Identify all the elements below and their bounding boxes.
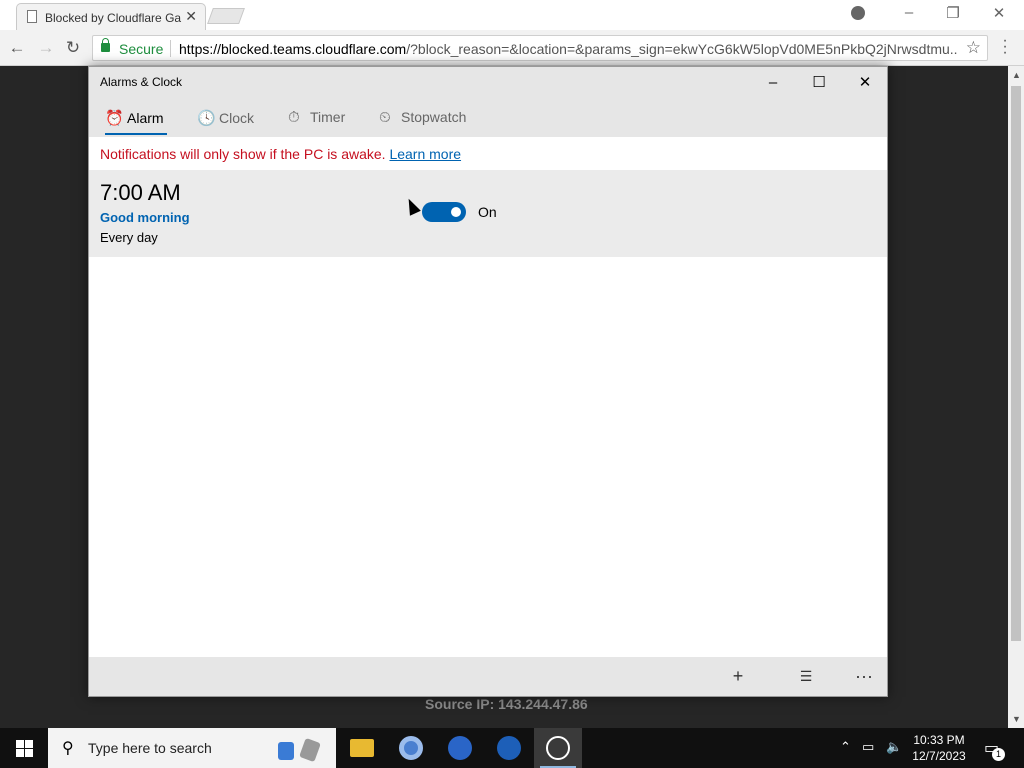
volume-muted-icon[interactable]: 🔈	[886, 739, 902, 755]
alarm-time: 7:00 AM	[100, 180, 181, 205]
tab-alarm[interactable]: ⏰ Alarm	[105, 109, 167, 135]
alarm-icon: ⏰	[105, 110, 124, 127]
tab-title: Blocked by Cloudflare Ga	[45, 11, 182, 25]
file-explorer-app[interactable]	[338, 728, 386, 768]
browser-app[interactable]	[485, 728, 533, 768]
scroll-down-icon[interactable]: ▼	[1012, 714, 1021, 724]
forward-icon[interactable]: →	[35, 37, 57, 59]
browser-toolbar: ← → ↻ Secure https://blocked.teams.cloud…	[0, 30, 1024, 66]
url-text[interactable]: https://blocked.teams.cloudflare.com/?bl…	[179, 41, 957, 57]
globe-icon	[497, 736, 521, 760]
windows-logo-icon	[25, 749, 33, 757]
taskbar-clock[interactable]: 10:33 PM 12/7/2023	[906, 732, 972, 764]
alarm-repeat: Every day	[100, 230, 158, 245]
firefox-app[interactable]	[436, 728, 484, 768]
scroll-up-icon[interactable]: ▲	[1012, 70, 1021, 80]
app-command-bar: + ☰ ···	[89, 657, 887, 696]
tab-label: Clock	[219, 110, 255, 126]
tab-label: Alarm	[127, 110, 164, 126]
clock-time: 10:33 PM	[913, 733, 965, 747]
firefox-icon	[448, 736, 472, 760]
minimize-icon[interactable]: –	[894, 4, 924, 21]
profile-icon[interactable]	[851, 6, 865, 20]
tab-stopwatch[interactable]: ⏲ Stopwatch	[379, 109, 466, 126]
address-bar[interactable]: Secure https://blocked.teams.cloudflare.…	[92, 35, 988, 61]
tab-clock[interactable]: 🕓 Clock	[197, 109, 254, 127]
alarm-item[interactable]: 7:00 AM Good morning Every day On	[89, 170, 887, 257]
app-titlebar[interactable]: Alarms & Clock – ☐ ✕	[89, 67, 887, 99]
show-hidden-icons[interactable]: ⌃	[840, 739, 851, 755]
learn-more-link[interactable]: Learn more	[389, 146, 461, 162]
secure-label: Secure	[119, 41, 164, 57]
notification-badge: 1	[992, 748, 1005, 761]
tab-label: Timer	[310, 109, 346, 125]
chrome-icon	[399, 736, 423, 760]
alarms-clock-app[interactable]	[534, 728, 582, 768]
select-alarms-button[interactable]: ☰	[791, 664, 821, 688]
lock-icon	[101, 38, 110, 52]
close-window-icon[interactable]: ✕	[984, 4, 1014, 22]
source-ip-text: Source IP: 143.244.47.86	[425, 696, 588, 712]
windows-logo-icon	[25, 740, 33, 748]
page-icon	[27, 10, 37, 23]
app-close-icon[interactable]: ✕	[842, 67, 888, 99]
awake-notice: Notifications will only show if the PC i…	[100, 146, 461, 162]
url-host: https://blocked.teams.cloudflare.com	[179, 41, 407, 57]
toggle-knob	[451, 207, 461, 217]
chrome-menu-icon[interactable]: · · ·	[1000, 33, 1010, 61]
windows-logo-icon	[16, 740, 24, 748]
alarm-toggle[interactable]	[422, 202, 466, 222]
taskbar-search[interactable]: ⚲ Type here to search	[48, 728, 336, 768]
scroll-thumb[interactable]	[1011, 86, 1021, 641]
taskbar: ⚲ Type here to search ⌃ ▭ 🔈 10:33 PM 12/…	[0, 728, 1024, 768]
search-highlight-icon	[278, 738, 321, 762]
tab-timer[interactable]: ⏱ Timer	[288, 109, 345, 126]
search-placeholder: Type here to search	[88, 740, 212, 756]
new-tab-button[interactable]	[207, 8, 245, 24]
app-tab-bar: ⏰ Alarm 🕓 Clock ⏱ Timer ⏲ Stopwatch	[89, 99, 887, 137]
search-icon: ⚲	[62, 740, 74, 757]
notice-text: Notifications will only show if the PC i…	[100, 146, 386, 162]
close-tab-icon[interactable]: ✕	[185, 8, 197, 25]
alarm-clock-icon	[546, 736, 570, 760]
url-path: /?block_reason=&location=&params_sign=ek…	[406, 41, 957, 57]
app-maximize-icon[interactable]: ☐	[796, 67, 842, 99]
app-minimize-icon[interactable]: –	[750, 67, 796, 99]
network-icon[interactable]: ▭	[862, 739, 874, 755]
app-title: Alarms & Clock	[100, 75, 183, 89]
bookmark-star-icon[interactable]: ☆	[966, 38, 981, 58]
tab-label: Stopwatch	[401, 109, 467, 125]
chrome-app[interactable]	[387, 728, 435, 768]
start-button[interactable]	[0, 728, 48, 768]
more-options-button[interactable]: ···	[849, 664, 879, 688]
clock-date: 12/7/2023	[912, 749, 966, 763]
toggle-state-label: On	[478, 204, 497, 220]
back-icon[interactable]: ←	[6, 37, 28, 59]
timer-icon: ⏱	[288, 109, 300, 126]
reload-icon[interactable]: ↻	[62, 37, 84, 59]
stopwatch-icon: ⏲	[379, 109, 391, 126]
world-clock-icon: 🕓	[197, 110, 216, 127]
restore-icon[interactable]: ❐	[938, 4, 968, 22]
alarm-name: Good morning	[100, 210, 190, 225]
mouse-cursor-icon	[403, 196, 421, 216]
folder-icon	[350, 739, 374, 757]
separator	[170, 40, 171, 57]
tab-strip: Blocked by Cloudflare Ga ✕ – ❐ ✕	[0, 0, 1024, 30]
add-alarm-button[interactable]: +	[723, 664, 753, 688]
alarms-clock-window: Alarms & Clock – ☐ ✕ ⏰ Alarm 🕓 Clock ⏱ Time…	[88, 66, 888, 697]
page-scrollbar[interactable]: ▲ ▼	[1008, 66, 1024, 728]
browser-tab[interactable]: Blocked by Cloudflare Ga ✕	[16, 3, 206, 30]
windows-logo-icon	[16, 749, 24, 757]
